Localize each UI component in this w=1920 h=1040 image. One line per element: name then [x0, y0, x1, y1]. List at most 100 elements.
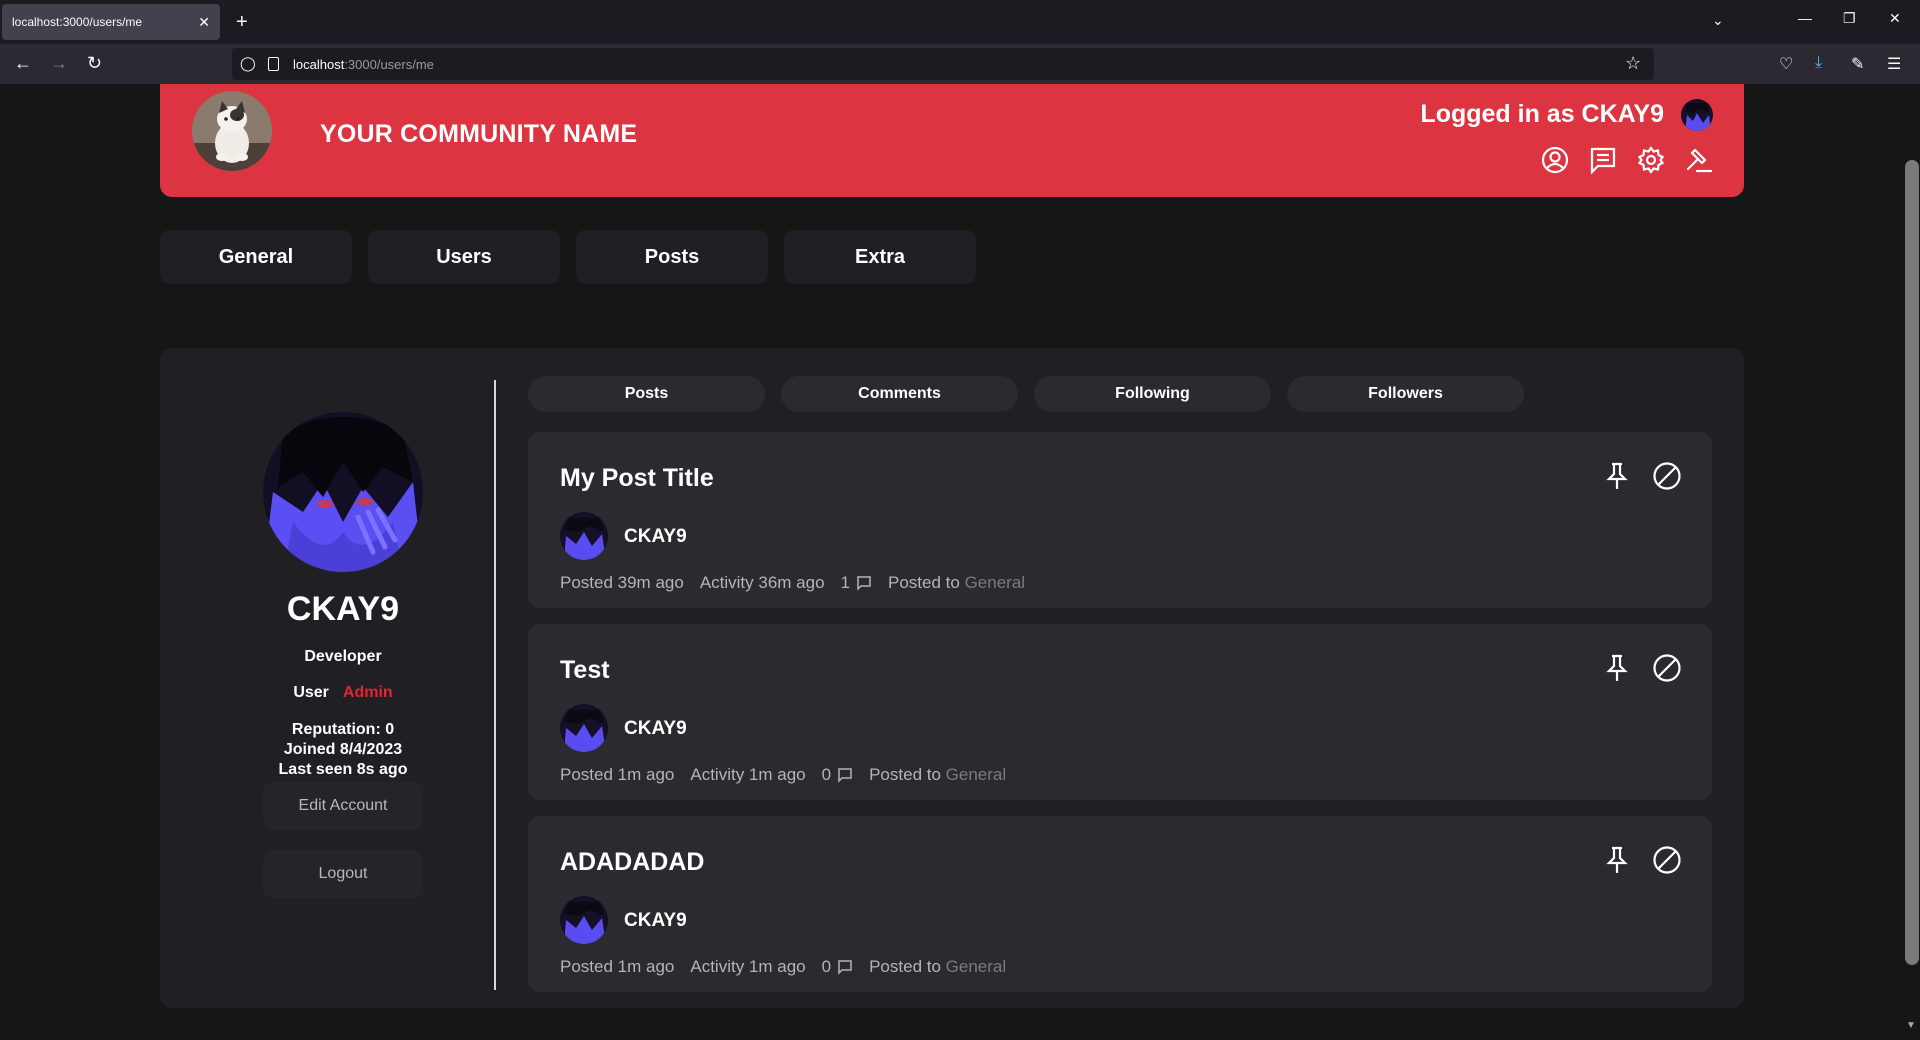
post-title[interactable]: Test	[560, 656, 610, 685]
activity-time: Activity 36m ago	[699, 573, 825, 592]
posted-to: Posted to General	[869, 765, 1006, 785]
post-card[interactable]: My Post Title CKAY9 Posted 39m ago Activ…	[528, 432, 1712, 608]
profile-groups: User Admin	[160, 684, 526, 702]
profile-username: CKAY9	[286, 590, 400, 628]
ban-icon[interactable]	[1652, 461, 1682, 491]
posted-time: Posted 39m ago	[560, 573, 684, 592]
back-icon[interactable]: ←	[14, 53, 32, 73]
minimize-icon[interactable]: —	[1798, 10, 1812, 26]
comment-icon	[838, 768, 852, 783]
logged-in-label: Logged in as CKAY9	[1420, 100, 1664, 128]
forum-link[interactable]: General	[946, 957, 1006, 976]
posted-to-label: Posted to	[869, 765, 941, 784]
post-meta: Posted 1m ago Activity 1m ago 0 Posted t…	[560, 765, 1006, 785]
url-host: localhost	[293, 57, 345, 72]
comment-count: 1	[841, 573, 872, 593]
post-card[interactable]: Test CKAY9 Posted 1m ago Activity 1m ago…	[528, 624, 1712, 800]
pin-icon[interactable]	[1602, 461, 1632, 491]
posted-to-label: Posted to	[888, 573, 960, 592]
post-title[interactable]: My Post Title	[560, 464, 714, 493]
comment-count-value: 1	[840, 573, 851, 592]
reload-icon[interactable]: ↻	[87, 53, 102, 73]
last-seen: Last seen 8s ago	[278, 761, 408, 778]
profile-title: Developer	[304, 648, 382, 665]
url-bar[interactable]	[232, 48, 1654, 80]
menu-icon[interactable]: ☰	[1887, 54, 1901, 74]
posted-to-label: Posted to	[869, 957, 941, 976]
forward-icon[interactable]: →	[50, 53, 68, 73]
post-actions	[1602, 653, 1682, 683]
downloads-icon[interactable]: ⤓	[1815, 54, 1822, 72]
header-avatar[interactable]	[1681, 99, 1713, 131]
reputation: Reputation: 0	[291, 721, 395, 738]
joined-date: Joined 8/4/2023	[283, 741, 403, 758]
profile-tabs: Posts Comments Following Followers	[528, 376, 1524, 412]
list-all-tabs-icon[interactable]: ⌄	[1712, 12, 1724, 29]
community-name[interactable]: YOUR COMMUNITY NAME	[320, 120, 637, 149]
tab-followers[interactable]: Followers	[1287, 376, 1524, 412]
post-author[interactable]: CKAY9	[624, 910, 687, 932]
profile-icon[interactable]	[1541, 146, 1569, 174]
pocket-icon[interactable]: ♡	[1779, 54, 1793, 74]
nav-general[interactable]: General	[160, 230, 352, 284]
header-icon-group	[1541, 146, 1713, 174]
forum-link[interactable]: General	[965, 573, 1025, 592]
posted-time: Posted 1m ago	[560, 957, 675, 976]
url-text[interactable]: localhost:3000/users/me	[293, 57, 434, 72]
edit-account-button[interactable]: Edit Account	[263, 782, 423, 830]
comment-count-value: 0	[821, 957, 832, 976]
settings-icon[interactable]	[1637, 146, 1665, 174]
pin-icon[interactable]	[1602, 845, 1632, 875]
vertical-divider	[494, 380, 496, 990]
ban-icon[interactable]	[1652, 653, 1682, 683]
nav-users[interactable]: Users	[368, 230, 560, 284]
nav-posts[interactable]: Posts	[576, 230, 768, 284]
url-path: :3000/users/me	[344, 57, 434, 72]
post-author[interactable]: CKAY9	[624, 718, 687, 740]
post-actions	[1602, 461, 1682, 491]
comment-icon	[857, 576, 871, 591]
posted-to: Posted to General	[888, 573, 1025, 593]
page-info-icon[interactable]	[268, 57, 279, 71]
post-author-avatar[interactable]	[560, 896, 608, 944]
comment-icon	[838, 960, 852, 975]
tab-comments[interactable]: Comments	[781, 376, 1018, 412]
profile-card: CKAY9 Developer User Admin Reputation: 0 …	[160, 348, 1744, 1008]
community-banner: YOUR COMMUNITY NAME Logged in as CKAY9	[160, 84, 1744, 197]
window-close-icon[interactable]: ✕	[1889, 10, 1901, 27]
activity-time: Activity 1m ago	[690, 765, 806, 784]
post-card[interactable]: ADADADAD CKAY9 Posted 1m ago Activity 1m…	[528, 816, 1712, 992]
pin-icon[interactable]	[1602, 653, 1632, 683]
restore-icon[interactable]: ❐	[1843, 10, 1856, 27]
profile-stats: Reputation: 0 Joined 8/4/2023 Last seen …	[160, 720, 526, 780]
post-author-avatar[interactable]	[560, 704, 608, 752]
tab-following[interactable]: Following	[1034, 376, 1271, 412]
tab-posts[interactable]: Posts	[528, 376, 765, 412]
logout-button[interactable]: Logout	[263, 850, 423, 898]
post-title[interactable]: ADADADAD	[560, 848, 704, 877]
scroll-down-icon[interactable]: ▼	[1906, 1020, 1916, 1031]
new-tab-icon[interactable]: +	[236, 10, 248, 34]
scrollbar-thumb[interactable]	[1905, 160, 1919, 965]
bookmark-star-icon[interactable]: ☆	[1625, 53, 1641, 74]
page: YOUR COMMUNITY NAME Logged in as CKAY9 G…	[0, 84, 1920, 1040]
community-logo[interactable]	[192, 91, 272, 171]
browser-tab-title: localhost:3000/users/me	[12, 15, 143, 29]
comment-count-value: 0	[821, 765, 832, 784]
close-tab-icon[interactable]: ✕	[198, 14, 210, 31]
post-author[interactable]: CKAY9	[624, 526, 687, 548]
profile-sidebar: CKAY9 Developer User Admin Reputation: 0 …	[160, 348, 495, 1008]
extensions-icon[interactable]: ✎	[1851, 54, 1864, 74]
post-author-avatar[interactable]	[560, 512, 608, 560]
ban-icon[interactable]	[1652, 845, 1682, 875]
group-badge-admin: Admin	[342, 684, 393, 701]
comment-count: 0	[822, 957, 853, 977]
post-actions	[1602, 845, 1682, 875]
nav-extra[interactable]: Extra	[784, 230, 976, 284]
group-badge-user: User	[293, 684, 329, 701]
browser-tab[interactable]: localhost:3000/users/me ✕	[2, 4, 220, 40]
moderation-gavel-icon[interactable]	[1685, 146, 1713, 174]
tracking-shield-icon[interactable]: ◯	[240, 55, 256, 72]
messages-icon[interactable]	[1589, 146, 1617, 174]
forum-link[interactable]: General	[946, 765, 1006, 784]
